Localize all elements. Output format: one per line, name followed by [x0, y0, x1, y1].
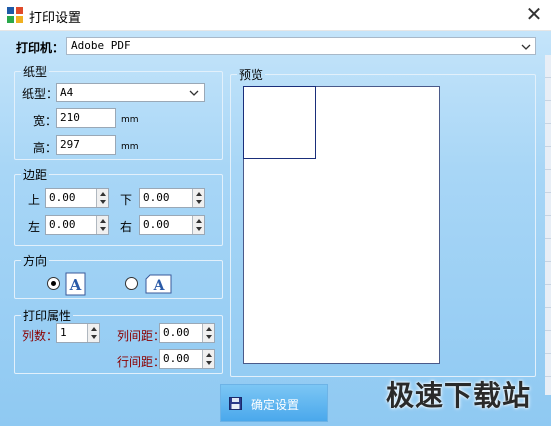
paper-width-input[interactable]: 210 — [56, 108, 116, 128]
watermark-text: 极速下载站 — [385, 379, 531, 412]
paper-type-value: A4 — [60, 86, 74, 99]
paper-height-input[interactable]: 297 — [56, 135, 116, 155]
margin-top-label: 上 — [28, 193, 41, 207]
columns-label: 列数： — [22, 329, 59, 343]
paper-width-label: 宽： — [33, 114, 58, 128]
close-icon: ✕ — [525, 2, 543, 26]
columns-value: 1 — [60, 326, 67, 339]
orientation-group-title: 方向 — [23, 254, 48, 268]
app-icon — [7, 7, 23, 23]
margin-left-value: 0.00 — [49, 218, 76, 231]
preview-print-area — [243, 86, 316, 159]
columns-input[interactable]: 1 — [56, 323, 100, 343]
spin-up-icon — [100, 192, 106, 196]
preview-group-title: 预览 — [239, 68, 264, 82]
row-spacing-spinner[interactable] — [202, 350, 214, 368]
printer-label: 打印机： — [16, 41, 65, 55]
columns-spinner[interactable] — [87, 324, 99, 342]
margin-right-value: 0.00 — [143, 218, 170, 231]
title-bar: 打印设置 ✕ — [0, 0, 551, 31]
spin-down-icon — [206, 361, 212, 365]
close-button[interactable]: ✕ — [517, 0, 551, 30]
portrait-orientation-icon[interactable]: A — [65, 272, 87, 296]
spin-up-icon — [196, 219, 202, 223]
margin-top-value: 0.00 — [49, 191, 76, 204]
margin-bottom-value: 0.00 — [143, 191, 170, 204]
col-spacing-spinner[interactable] — [202, 324, 214, 342]
margin-left-input[interactable]: 0.00 — [45, 215, 109, 235]
svg-text:A: A — [69, 276, 82, 294]
save-disk-icon — [229, 397, 242, 410]
paper-height-label: 高： — [33, 141, 58, 155]
confirm-label: 确定设置 — [251, 398, 300, 412]
spin-up-icon — [206, 353, 212, 357]
spin-up-icon — [196, 192, 202, 196]
col-spacing-input[interactable]: 0.00 — [159, 323, 215, 343]
portrait-radio[interactable] — [47, 277, 60, 290]
spin-down-icon — [196, 200, 202, 204]
paper-type-label: 纸型： — [22, 87, 59, 101]
margin-right-input[interactable]: 0.00 — [139, 215, 205, 235]
margin-top-spinner[interactable] — [96, 189, 108, 207]
margin-bottom-label: 下 — [120, 193, 133, 207]
printer-value: Adobe PDF — [71, 39, 131, 52]
margin-right-label: 右 — [120, 220, 133, 234]
dialog-body: 打印机： Adobe PDF 纸型 纸型： A4 宽： 210 mm 高： 29… — [0, 31, 551, 426]
row-spacing-input[interactable]: 0.00 — [159, 349, 215, 369]
background-window-strip — [545, 55, 551, 395]
col-spacing-label: 列间距： — [117, 329, 166, 343]
svg-text:A: A — [153, 278, 166, 294]
margin-top-input[interactable]: 0.00 — [45, 188, 109, 208]
spin-up-icon — [91, 327, 97, 331]
printer-select[interactable]: Adobe PDF — [66, 37, 536, 55]
spin-down-icon — [196, 227, 202, 231]
margin-left-label: 左 — [28, 220, 41, 234]
margin-right-spinner[interactable] — [192, 216, 204, 234]
window-title: 打印设置 — [29, 11, 82, 26]
margins-group-title: 边距 — [23, 168, 48, 182]
spin-down-icon — [206, 335, 212, 339]
row-spacing-label: 行间距： — [117, 355, 166, 369]
row-spacing-value: 0.00 — [163, 352, 190, 365]
spin-down-icon — [100, 227, 106, 231]
spin-up-icon — [100, 219, 106, 223]
chevron-down-icon — [521, 44, 531, 50]
chevron-down-icon — [189, 90, 199, 96]
paper-height-unit: mm — [121, 142, 139, 152]
margin-bottom-spinner[interactable] — [192, 189, 204, 207]
radio-selected-dot — [51, 281, 56, 286]
orientation-group: 方向 — [14, 252, 223, 299]
paper-type-select[interactable]: A4 — [56, 83, 205, 102]
landscape-orientation-icon[interactable]: A — [145, 274, 172, 294]
confirm-settings-button[interactable]: 确定设置 — [220, 384, 328, 422]
paper-group-title: 纸型 — [23, 65, 48, 79]
paper-width-unit: mm — [121, 115, 139, 125]
margin-left-spinner[interactable] — [96, 216, 108, 234]
landscape-radio[interactable] — [125, 277, 138, 290]
spin-up-icon — [206, 327, 212, 331]
spin-down-icon — [91, 335, 97, 339]
print-props-group-title: 打印属性 — [23, 309, 72, 323]
spin-down-icon — [100, 200, 106, 204]
margin-bottom-input[interactable]: 0.00 — [139, 188, 205, 208]
col-spacing-value: 0.00 — [163, 326, 190, 339]
